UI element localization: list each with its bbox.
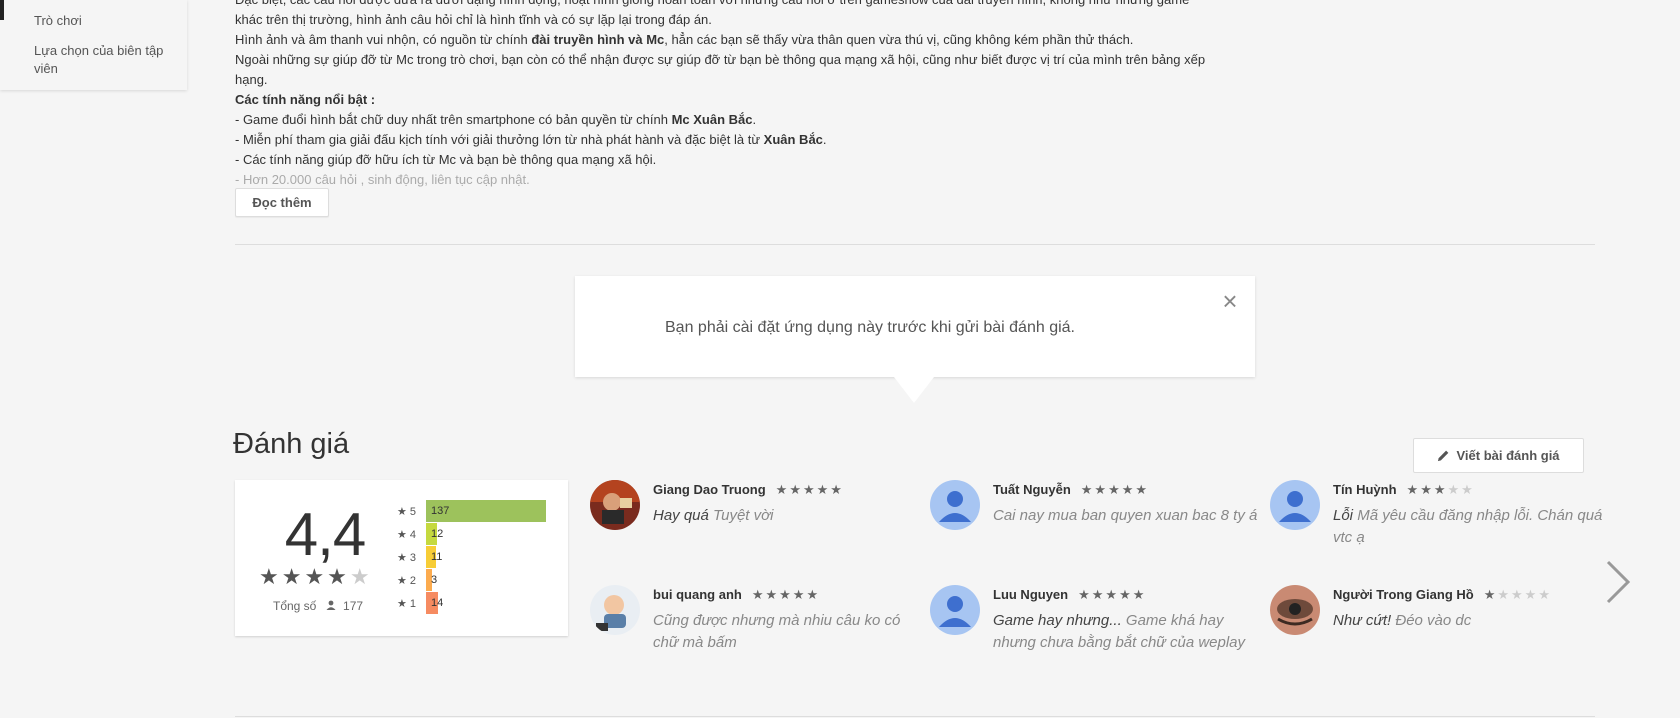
description-line: khác trên thị trường, hình ảnh câu hỏi c… <box>235 12 712 27</box>
reviewer-name[interactable]: Luu Nguyen ★★★★★ <box>993 587 1146 603</box>
review-title: Hay quá <box>653 507 709 524</box>
sidebar-item-editors-choice[interactable]: Lựa chọn của biên tập viên <box>34 42 184 78</box>
review-stars: ★★★★★ <box>1080 482 1150 497</box>
average-stars: ★★★★★ <box>259 564 373 589</box>
sidebar-item-games[interactable]: Trò chơi <box>34 12 184 30</box>
description-line: hạng. <box>235 72 268 87</box>
description-line: Ngoài những sự giúp đỡ từ Mc trong trò c… <box>235 52 1206 67</box>
reviewer-name[interactable]: bui quang anh ★★★★★ <box>653 587 820 603</box>
review-stars: ★★★★★ <box>751 587 821 602</box>
histogram-star-label: ★ 1 <box>397 598 417 610</box>
histogram-row: ★ 5 137 <box>397 500 557 522</box>
histogram-count: 14 <box>431 597 444 609</box>
reviewer-avatar[interactable] <box>930 585 980 635</box>
review-text: Game hay nhưng... Game khá hay nhưng chư… <box>993 610 1263 654</box>
review-text: Lỗi Mã yêu cầu đăng nhập lỗi. Chán quá v… <box>1333 505 1603 549</box>
review-body: Mã yêu cầu đăng nhập lỗi. Chán quá vtc ạ <box>1333 507 1603 546</box>
reviewer-name[interactable]: Tuất Nguyễn ★★★★★ <box>993 482 1149 498</box>
histogram-count: 137 <box>431 505 450 517</box>
histogram-row: ★ 1 14 <box>397 592 557 614</box>
review-body: Cũng được nhưng mà nhiu câu ko có chữ mà… <box>653 612 901 651</box>
reviews-title: Đánh giá <box>233 428 350 460</box>
review-stars: ★★★★★ <box>1078 587 1147 602</box>
review-body: Cai nay mua ban quyen xuan bac 8 ty á <box>993 507 1258 524</box>
histogram-star-label: ★ 5 <box>397 506 417 518</box>
close-icon[interactable]: × <box>1219 288 1241 314</box>
read-more-button[interactable]: Đọc thêm <box>235 188 329 217</box>
sidebar-active-indicator <box>0 0 4 20</box>
pencil-icon <box>1438 450 1449 462</box>
review-stars: ★★★★★ <box>1483 587 1552 602</box>
feature-item: - Các tính năng giúp đỡ hữu ích từ Mc và… <box>235 152 657 167</box>
review-text: Cũng được nhưng mà nhiu câu ko có chữ mà… <box>653 610 923 654</box>
install-notice-popup: Bạn phải cài đặt ứng dụng này trước khi … <box>575 276 1255 377</box>
features-title: Các tính năng nổi bật : <box>235 92 376 107</box>
review-text: Cai nay mua ban quyen xuan bac 8 ty á <box>993 505 1263 527</box>
histogram-star-label: ★ 3 <box>397 552 417 564</box>
reviewer-name[interactable]: Giang Dao Truong ★★★★★ <box>653 482 844 498</box>
histogram-row: ★ 3 11 <box>397 546 557 568</box>
histogram-row: ★ 4 12 <box>397 523 557 545</box>
write-review-button[interactable]: Viết bài đánh giá <box>1413 438 1584 473</box>
reviewer-name[interactable]: Tín Huỳnh ★★★★★ <box>1333 482 1475 498</box>
review-stars: ★★★★★ <box>775 482 844 497</box>
histogram-row: ★ 2 3 <box>397 569 557 591</box>
app-description: Đặc biệt, các câu hỏi được đưa ra dưới d… <box>235 0 1255 190</box>
histogram-count: 3 <box>431 574 438 586</box>
popup-pointer <box>894 377 934 403</box>
description-line: Hình ảnh và âm thanh vui nhộn, có nguồn … <box>235 32 1134 47</box>
sidebar: Trò chơi Lựa chọn của biên tập viên <box>0 0 187 90</box>
reviewer-name[interactable]: Người Trong Giang Hồ ★★★★★ <box>1333 587 1552 603</box>
histogram-star-label: ★ 2 <box>397 575 417 587</box>
review-title: Như cứt! <box>1333 612 1392 629</box>
rating-summary: 4,4 ★★★★★ Tổng số 177 ★ 5 137 ★ 4 12 ★ 3 11 ★ … <box>235 480 568 636</box>
description-line: Đặc biệt, các câu hỏi được đưa ra dưới d… <box>235 0 1255 10</box>
review-body: Tuyệt vời <box>713 507 774 524</box>
write-review-label: Viết bài đánh giá <box>1456 448 1560 463</box>
notice-text: Bạn phải cài đặt ứng dụng này trước khi … <box>665 319 1075 336</box>
person-icon <box>326 600 336 610</box>
review-stars: ★★★★★ <box>1406 482 1475 497</box>
review-body: Đéo vào dc <box>1395 612 1472 629</box>
histogram-count: 12 <box>431 528 444 540</box>
reviewer-avatar[interactable] <box>590 585 640 635</box>
review-text: Hay quá Tuyệt vời <box>653 505 923 527</box>
feature-item: - Game đuổi hình bắt chữ duy nhất trên s… <box>235 112 757 127</box>
feature-item: - Miễn phí tham gia giải đấu kịch tính v… <box>235 132 827 147</box>
total-ratings: Tổng số 177 <box>273 599 364 613</box>
review-title: Game hay nhưng... <box>993 612 1122 629</box>
next-arrow-icon[interactable] <box>1600 558 1636 606</box>
reviewer-avatar[interactable] <box>590 480 640 530</box>
section-divider <box>235 244 1595 245</box>
reviewer-avatar[interactable] <box>930 480 980 530</box>
feature-item: - Hơn 20.000 câu hỏi , sinh động, liên t… <box>235 172 530 187</box>
section-divider <box>235 716 1595 717</box>
histogram-star-label: ★ 4 <box>397 529 417 541</box>
review-title: Lỗi <box>1333 507 1354 524</box>
reviewer-avatar[interactable] <box>1270 585 1320 635</box>
review-text: Như cứt! Đéo vào dc <box>1333 610 1603 632</box>
histogram-count: 11 <box>431 551 443 563</box>
average-score: 4,4 <box>284 501 366 568</box>
reviewer-avatar[interactable] <box>1270 480 1320 530</box>
